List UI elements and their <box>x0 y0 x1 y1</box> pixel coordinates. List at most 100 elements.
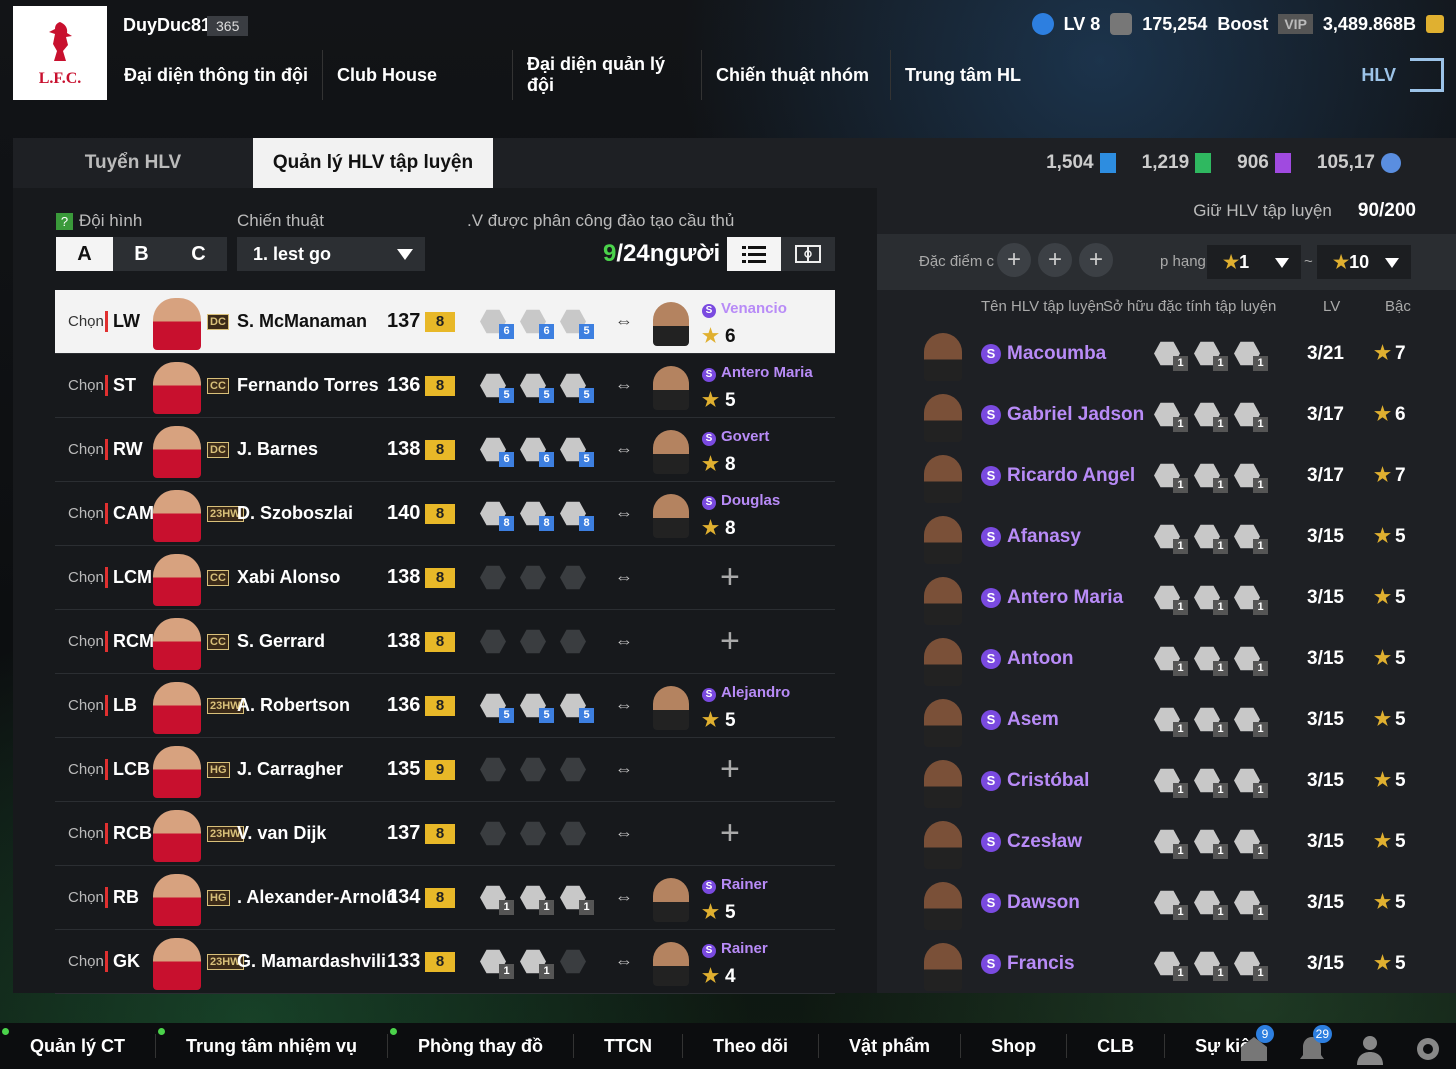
nav-team-info[interactable]: Đại diện thông tin đội <box>110 50 323 100</box>
bottom-follow[interactable]: Theo dõi <box>683 1034 820 1058</box>
training-trait-slot[interactable]: 5 <box>480 693 514 723</box>
coach-row[interactable]: S Dawson 1 1 1 3/15 ★ 5 <box>877 872 1456 933</box>
choose-label[interactable]: Chọn <box>68 633 104 650</box>
training-trait-slot[interactable]: 6 <box>480 309 514 339</box>
coach-trait[interactable]: 1 <box>1154 585 1188 615</box>
coach-trait[interactable]: 1 <box>1154 890 1188 920</box>
coach-trait[interactable]: 1 <box>1194 463 1228 493</box>
boost-label[interactable]: Boost <box>1217 14 1268 35</box>
coach-trait[interactable]: 1 <box>1234 402 1268 432</box>
coach-row[interactable]: S Macoumba 1 1 1 3/21 ★ 7 <box>877 323 1456 384</box>
coach-row[interactable]: S Afanasy 1 1 1 3/15 ★ 5 <box>877 506 1456 567</box>
assign-coach-button[interactable]: + <box>720 622 740 661</box>
choose-label[interactable]: Chọn <box>68 569 104 586</box>
assign-coach-button[interactable]: + <box>720 750 740 789</box>
add-trait-1-button[interactable]: + <box>997 243 1031 277</box>
coach-trait[interactable]: 1 <box>1234 707 1268 737</box>
nav-team-management[interactable]: Đại diện quản lý đội <box>513 50 702 100</box>
tab-manage-coach[interactable]: Quản lý HLV tập luyện <box>253 138 493 188</box>
link-icon[interactable]: ⇔ <box>615 311 633 332</box>
coach-trait[interactable]: 1 <box>1234 341 1268 371</box>
coach-trait[interactable]: 1 <box>1194 402 1228 432</box>
assign-coach-button[interactable]: + <box>720 814 740 853</box>
nav-group-tactics[interactable]: Chiến thuật nhóm <box>702 50 891 100</box>
link-icon[interactable]: ⇔ <box>615 375 633 396</box>
bottom-club[interactable]: CLB <box>1067 1034 1166 1058</box>
notification-button[interactable]: 29 <box>1296 1025 1332 1065</box>
formation-c[interactable]: C <box>170 237 227 271</box>
link-icon[interactable]: ⇔ <box>615 887 633 908</box>
choose-label[interactable]: Chọn <box>68 505 104 522</box>
coach-row[interactable]: S Gabriel Jadson 1 1 1 3/17 ★ 6 <box>877 384 1456 445</box>
coach-trait[interactable]: 1 <box>1234 768 1268 798</box>
rank-max-select[interactable]: ★10 <box>1317 245 1411 279</box>
coach-trait[interactable]: 1 <box>1194 585 1228 615</box>
coach-trait[interactable]: 1 <box>1194 707 1228 737</box>
player-row[interactable]: Chọn RB HG . Alexander-Arnold 134 8 1 1 1 ⇔ S Raine… <box>55 866 835 930</box>
nav-training-center[interactable]: Trung tâm HL <box>891 50 1035 100</box>
training-trait-slot[interactable]: 5 <box>560 309 594 339</box>
choose-label[interactable]: Chọn <box>68 697 104 714</box>
link-icon[interactable]: ⇔ <box>615 439 633 460</box>
choose-label[interactable]: Chọn <box>68 825 104 842</box>
coach-trait[interactable]: 1 <box>1194 890 1228 920</box>
coach-trait[interactable]: 1 <box>1154 646 1188 676</box>
player-row[interactable]: Chọn CAM 23HW D. Szoboszlai 140 8 8 8 8 ⇔ S Douglas… <box>55 482 835 546</box>
training-trait-slot[interactable]: 8 <box>480 501 514 531</box>
training-trait-slot[interactable]: 1 <box>480 949 514 979</box>
profile-button[interactable] <box>1354 1033 1386 1065</box>
training-trait-slot[interactable]: 1 <box>520 949 554 979</box>
player-row[interactable]: Chọn RCB 23HW V. van Dijk 137 8 ⇔ + <box>55 802 835 866</box>
coach-trait[interactable]: 1 <box>1234 951 1268 981</box>
help-icon[interactable]: ? <box>56 213 73 230</box>
add-trait-3-button[interactable]: + <box>1079 243 1113 277</box>
training-trait-slot[interactable]: 5 <box>560 373 594 403</box>
hlv-exit-button[interactable]: HLV <box>1361 50 1444 100</box>
formation-a[interactable]: A <box>56 237 113 271</box>
bottom-shop[interactable]: Shop <box>961 1034 1068 1058</box>
bottom-mission-center[interactable]: Trung tâm nhiệm vụ <box>156 1028 389 1058</box>
player-row[interactable]: Chọn GK 23HW G. Mamardashvili 133 8 1 1 ⇔ S Rainer… <box>55 930 835 994</box>
coach-trait[interactable]: 1 <box>1194 768 1228 798</box>
coach-row[interactable]: S Francis 1 1 1 3/15 ★ 5 <box>877 933 1456 994</box>
coach-trait[interactable]: 1 <box>1154 402 1188 432</box>
player-row[interactable]: Chọn ST CC Fernando Torres 136 8 5 5 5 ⇔ S Antero M… <box>55 354 835 418</box>
coach-trait[interactable]: 1 <box>1154 341 1188 371</box>
choose-label[interactable]: Chọn <box>68 953 104 970</box>
coach-trait[interactable]: 1 <box>1234 524 1268 554</box>
player-row[interactable]: Chọn LCM CC Xabi Alonso 138 8 ⇔ + <box>55 546 835 610</box>
link-icon[interactable]: ⇔ <box>615 503 633 524</box>
training-trait-slot[interactable]: 6 <box>520 309 554 339</box>
coach-trait[interactable]: 1 <box>1154 707 1188 737</box>
coach-row[interactable]: S Ricardo Angel 1 1 1 3/17 ★ 7 <box>877 445 1456 506</box>
link-icon[interactable]: ⇔ <box>615 951 633 972</box>
coach-trait[interactable]: 1 <box>1154 524 1188 554</box>
choose-label[interactable]: Chọn <box>68 313 104 330</box>
bottom-items[interactable]: Vật phẩm <box>819 1034 962 1058</box>
coach-trait[interactable]: 1 <box>1154 768 1188 798</box>
coach-row[interactable]: S Czesław 1 1 1 3/15 ★ 5 <box>877 811 1456 872</box>
player-row[interactable]: Chọn RW DC J. Barnes 138 8 6 6 5 ⇔ S Govert ★ 8 <box>55 418 835 482</box>
mail-button[interactable]: 9 <box>1238 1025 1274 1065</box>
training-trait-slot[interactable]: 1 <box>520 885 554 915</box>
choose-label[interactable]: Chọn <box>68 377 104 394</box>
training-trait-slot[interactable]: 8 <box>520 501 554 531</box>
add-trait-2-button[interactable]: + <box>1038 243 1072 277</box>
list-view-button[interactable] <box>727 237 781 271</box>
coach-row[interactable]: S Antero Maria 1 1 1 3/15 ★ 5 <box>877 567 1456 628</box>
player-row[interactable]: Chọn LW DC S. McManaman 137 8 6 6 5 ⇔ S Venancio ★ 6 <box>55 290 835 354</box>
training-trait-slot[interactable]: 1 <box>480 885 514 915</box>
coach-trait[interactable]: 1 <box>1234 463 1268 493</box>
coach-trait[interactable]: 1 <box>1234 646 1268 676</box>
bottom-locker-room[interactable]: Phòng thay đồ <box>388 1028 575 1058</box>
coach-row[interactable]: S Asem 1 1 1 3/15 ★ 5 <box>877 689 1456 750</box>
link-icon[interactable]: ⇔ <box>615 695 633 716</box>
coach-trait[interactable]: 1 <box>1234 585 1268 615</box>
choose-label[interactable]: Chọn <box>68 761 104 778</box>
assign-coach-button[interactable]: + <box>720 558 740 597</box>
coach-trait[interactable]: 1 <box>1154 463 1188 493</box>
training-trait-slot[interactable]: 5 <box>560 693 594 723</box>
pitch-view-button[interactable] <box>781 237 835 271</box>
coach-trait[interactable]: 1 <box>1234 890 1268 920</box>
player-row[interactable]: Chọn LB 23HW A. Robertson 136 8 5 5 5 ⇔ S Alejandro… <box>55 674 835 738</box>
